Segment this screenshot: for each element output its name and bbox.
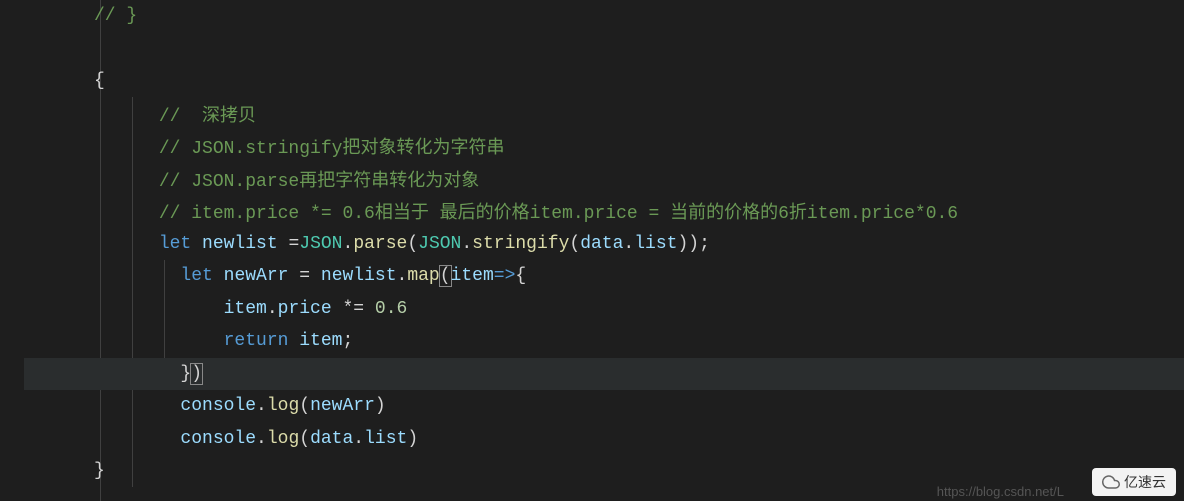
token-paren: ( xyxy=(299,429,310,449)
code-line[interactable]: console.log(newArr) xyxy=(24,390,1184,423)
code-line[interactable]: return item; xyxy=(24,325,1184,358)
token-paren: )) xyxy=(677,234,699,254)
code-line[interactable]: let newlist =JSON.parse(JSON.stringify(d… xyxy=(24,228,1184,261)
token-space xyxy=(364,299,375,319)
token-space xyxy=(213,266,224,286)
token-variable: data xyxy=(580,234,623,254)
code-line[interactable]: { xyxy=(24,65,1184,98)
token-keyword: return xyxy=(224,331,289,351)
token-keyword: let xyxy=(180,266,212,286)
code-line[interactable]: // } xyxy=(24,0,1184,33)
token-class-name: JSON xyxy=(299,234,342,254)
token-comment: // JSON.stringify把对象转化为字符串 xyxy=(159,139,505,159)
code-line[interactable]: }) xyxy=(24,358,1184,391)
token-punct: { xyxy=(94,71,105,91)
token-operator: *= xyxy=(342,299,364,319)
code-editor[interactable]: // }{ // 深拷贝 // JSON.stringify把对象转化为字符串 … xyxy=(0,0,1184,501)
token-punct: . xyxy=(353,429,364,449)
token-punct: . xyxy=(397,266,408,286)
token-function-call: parse xyxy=(353,234,407,254)
code-line[interactable]: // JSON.stringify把对象转化为字符串 xyxy=(24,130,1184,163)
token-comment: // item.price *= 0.6相当于 最后的价格item.price … xyxy=(159,204,958,224)
watermark-url: https://blog.csdn.net/L xyxy=(937,484,1064,499)
line-content: let newArr = newlist.map(item=>{ xyxy=(24,266,526,286)
token-punct: ; xyxy=(342,331,353,351)
token-punct: . xyxy=(256,429,267,449)
token-comment: // 深拷贝 xyxy=(159,107,256,127)
token-space xyxy=(191,234,202,254)
token-paren: ) xyxy=(375,396,386,416)
line-content: } xyxy=(24,461,105,481)
token-variable: console xyxy=(180,396,256,416)
token-paren: ( xyxy=(299,396,310,416)
line-content: }) xyxy=(24,364,202,384)
token-property: list xyxy=(634,234,677,254)
token-variable: item xyxy=(299,331,342,351)
line-gutter xyxy=(0,0,24,501)
code-line[interactable]: console.log(data.list) xyxy=(24,423,1184,456)
token-space xyxy=(278,234,289,254)
token-arrow: => xyxy=(494,266,516,286)
line-content: // item.price *= 0.6相当于 最后的价格item.price … xyxy=(24,198,958,224)
line-content: let newlist =JSON.parse(JSON.stringify(d… xyxy=(24,234,710,254)
line-content: // } xyxy=(24,6,137,26)
token-punct: . xyxy=(267,299,278,319)
token-number: 0.6 xyxy=(375,299,407,319)
token-paren: ) xyxy=(407,429,418,449)
token-paren: ( xyxy=(407,234,418,254)
token-space xyxy=(288,331,299,351)
token-space xyxy=(288,266,299,286)
token-space xyxy=(310,266,321,286)
token-variable: newArr xyxy=(310,396,375,416)
token-punct: ; xyxy=(699,234,710,254)
token-punct: { xyxy=(515,266,526,286)
token-variable: newlist xyxy=(321,266,397,286)
token-variable: data xyxy=(310,429,353,449)
code-line[interactable] xyxy=(24,33,1184,66)
line-content: console.log(newArr) xyxy=(24,396,386,416)
cloud-icon xyxy=(1102,473,1120,491)
token-comment: // } xyxy=(94,6,137,26)
token-function-call: stringify xyxy=(472,234,569,254)
token-comment: // JSON.parse再把字符串转化为对象 xyxy=(159,172,479,192)
token-operator: = xyxy=(299,266,310,286)
token-variable: newArr xyxy=(224,266,289,286)
line-content: return item; xyxy=(24,331,353,351)
line-content: console.log(data.list) xyxy=(24,429,418,449)
token-function-call: map xyxy=(407,266,439,286)
token-punct: . xyxy=(343,234,354,254)
token-punct: } xyxy=(94,461,105,481)
watermark-label: 亿速云 xyxy=(1124,472,1166,492)
token-paren: ( xyxy=(569,234,580,254)
token-variable: console xyxy=(180,429,256,449)
line-content: { xyxy=(24,71,105,91)
token-property: price xyxy=(278,299,332,319)
token-variable: newlist xyxy=(202,234,278,254)
token-operator: = xyxy=(288,234,299,254)
line-content: item.price *= 0.6 xyxy=(24,299,407,319)
token-function-call: log xyxy=(267,396,299,416)
token-punct: . xyxy=(623,234,634,254)
token-class-name: JSON xyxy=(418,234,461,254)
code-line[interactable]: // item.price *= 0.6相当于 最后的价格item.price … xyxy=(24,195,1184,228)
code-line[interactable]: let newArr = newlist.map(item=>{ xyxy=(24,260,1184,293)
line-content: // JSON.stringify把对象转化为字符串 xyxy=(24,133,504,159)
code-line[interactable]: } xyxy=(24,455,1184,488)
line-content: // 深拷贝 xyxy=(24,101,256,127)
code-line[interactable]: // JSON.parse再把字符串转化为对象 xyxy=(24,163,1184,196)
code-line[interactable]: // 深拷贝 xyxy=(24,98,1184,131)
line-content: // JSON.parse再把字符串转化为对象 xyxy=(24,166,479,192)
token-property: list xyxy=(364,429,407,449)
token-paren: ) xyxy=(190,363,203,385)
code-line[interactable]: item.price *= 0.6 xyxy=(24,293,1184,326)
token-variable: item xyxy=(451,266,494,286)
code-area[interactable]: // }{ // 深拷贝 // JSON.stringify把对象转化为字符串 … xyxy=(24,0,1184,501)
token-punct: . xyxy=(256,396,267,416)
token-space xyxy=(332,299,343,319)
watermark-logo: 亿速云 xyxy=(1092,468,1176,496)
token-variable: item xyxy=(224,299,267,319)
token-punct: . xyxy=(461,234,472,254)
token-function-call: log xyxy=(267,429,299,449)
token-keyword: let xyxy=(159,234,191,254)
